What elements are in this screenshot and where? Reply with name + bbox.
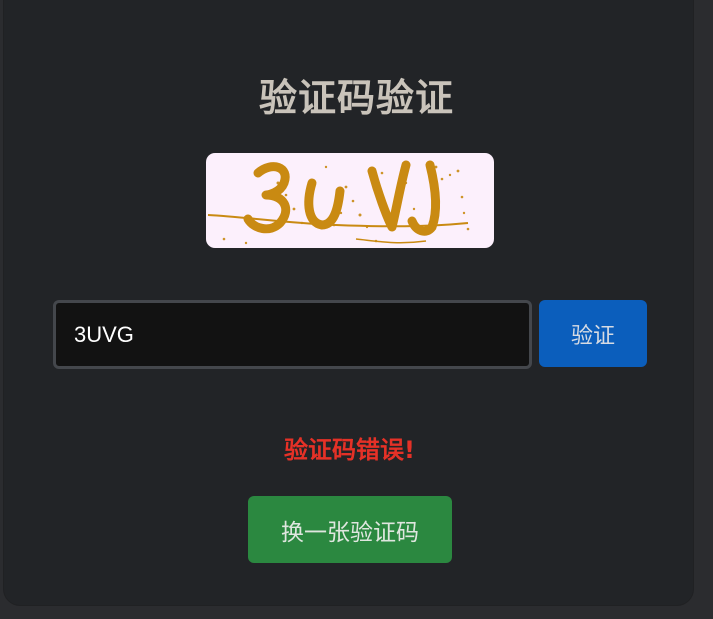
page-title: 验证码验证 <box>258 76 454 120</box>
error-message: 验证码错误! <box>284 436 415 464</box>
captcha-graphic <box>207 160 470 245</box>
captcha-image <box>206 153 494 248</box>
verify-button[interactable]: 验证 <box>539 300 647 367</box>
captcha-input[interactable] <box>53 300 532 369</box>
refresh-captcha-button[interactable]: 换一张验证码 <box>248 496 452 563</box>
